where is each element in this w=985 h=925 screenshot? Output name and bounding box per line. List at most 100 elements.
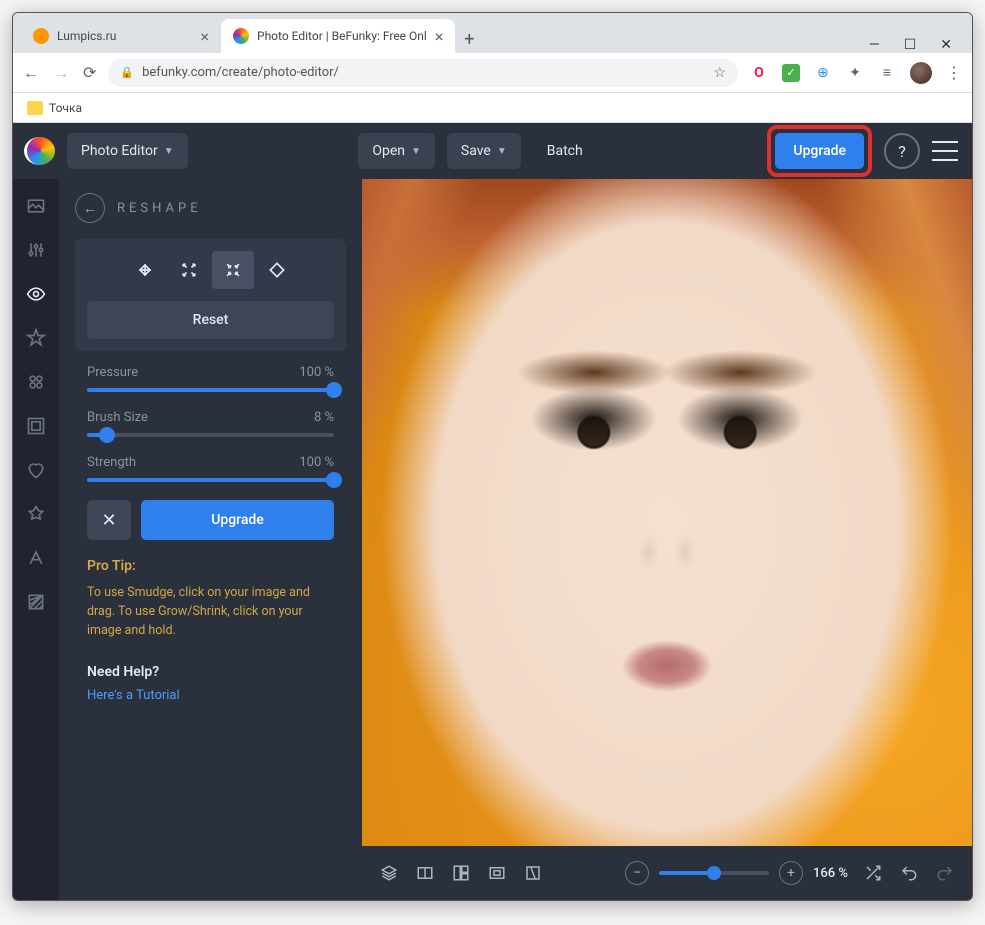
save-dropdown[interactable]: Save ▼ [447, 133, 521, 169]
cancel-button[interactable]: ✕ [87, 500, 131, 540]
zoom-in-button[interactable]: + [779, 861, 803, 885]
maximize-icon[interactable]: ☐ [904, 37, 917, 53]
minimize-icon[interactable]: — [869, 37, 880, 53]
chevron-down-icon: ▼ [164, 146, 174, 157]
tab-title: Lumpics.ru [57, 29, 116, 43]
smudge-tool[interactable] [124, 251, 166, 289]
shrink-tool[interactable] [212, 251, 254, 289]
photo-canvas[interactable] [362, 179, 972, 846]
tab-lumpics[interactable]: Lumpics.ru × [21, 19, 221, 53]
menu-icon[interactable]: ⋮ [946, 63, 962, 82]
rail-frame-icon[interactable] [25, 415, 47, 437]
rail-graphics-icon[interactable] [25, 371, 47, 393]
panel-upgrade-button[interactable]: Upgrade [141, 500, 334, 540]
pressure-slider: Pressure 100 % [87, 365, 334, 392]
bottom-toolbar: − + 166 % [362, 846, 972, 900]
slider-label: Brush Size [87, 410, 148, 425]
tutorial-link[interactable]: Here's a Tutorial [87, 688, 334, 703]
batch-button[interactable]: Batch [533, 133, 597, 169]
tip-section: Pro Tip: To use Smudge, click on your im… [75, 558, 346, 703]
shuffle-icon[interactable] [862, 862, 884, 884]
close-icon[interactable]: × [435, 27, 444, 46]
tool-row [87, 251, 334, 289]
forward-icon[interactable]: → [53, 63, 69, 83]
chevron-down-icon: ▼ [497, 146, 507, 157]
back-icon[interactable]: ← [23, 63, 39, 83]
avatar[interactable] [910, 62, 932, 84]
panel-title: RESHAPE [117, 201, 202, 216]
nav-arrows: ← → ⟳ [23, 63, 96, 83]
tab-befunky[interactable]: Photo Editor | BeFunky: Free Onl × [221, 19, 455, 53]
reshape-panel: ← RESHAPE Reset [59, 179, 362, 900]
befunky-logo[interactable] [24, 137, 55, 165]
lock-icon: 🔒 [120, 66, 134, 79]
rail-star-icon[interactable] [25, 327, 47, 349]
extension-icons: O ✓ ⊕ ✦ ≡ ⋮ [750, 62, 962, 84]
tool-box: Reset [75, 239, 346, 351]
address-bar: ← → ⟳ 🔒 befunky.com/create/photo-editor/… [13, 53, 972, 93]
open-label: Open [372, 143, 405, 159]
fit-icon[interactable] [486, 862, 508, 884]
slider-thumb[interactable] [99, 427, 115, 443]
panel-header: ← RESHAPE [75, 193, 346, 223]
slider-value: 100 % [299, 455, 334, 470]
new-tab-button[interactable]: + [455, 25, 483, 53]
left-rail [13, 179, 59, 900]
browser-tabs: Lumpics.ru × Photo Editor | BeFunky: Fre… [13, 13, 972, 53]
bookmark-label[interactable]: Точка [49, 101, 82, 115]
undo-icon[interactable] [898, 862, 920, 884]
rail-sliders-icon[interactable] [25, 239, 47, 261]
slider-thumb[interactable] [326, 382, 342, 398]
save-label: Save [461, 143, 491, 159]
grow-tool[interactable] [168, 251, 210, 289]
batch-label: Batch [547, 143, 583, 159]
help-button[interactable]: ? [884, 133, 920, 169]
grid-icon[interactable] [450, 862, 472, 884]
zoom-slider[interactable] [659, 871, 769, 875]
opera-icon[interactable]: O [750, 64, 768, 82]
open-dropdown[interactable]: Open ▼ [358, 133, 435, 169]
rail-heart-icon[interactable] [25, 459, 47, 481]
zoom-out-button[interactable]: − [625, 861, 649, 885]
layers-icon[interactable] [378, 862, 400, 884]
slider-track[interactable] [87, 388, 334, 392]
product-label: Photo Editor [81, 143, 158, 159]
rail-eye-icon[interactable] [25, 283, 47, 305]
slider-track[interactable] [87, 433, 334, 437]
upgrade-button[interactable]: Upgrade [775, 133, 864, 169]
reading-list-icon[interactable]: ≡ [878, 64, 896, 82]
rail-overlay-icon[interactable] [25, 503, 47, 525]
slider-group: Pressure 100 % Brush Size 8 % [75, 365, 346, 500]
extensions-icon[interactable]: ✦ [846, 64, 864, 82]
app-header: Photo Editor ▼ Open ▼ Save ▼ Batch Upgra… [13, 123, 972, 179]
close-window-icon[interactable]: ✕ [940, 37, 952, 53]
reset-button[interactable]: Reset [87, 301, 334, 339]
slider-track[interactable] [87, 478, 334, 482]
redo-icon[interactable] [934, 862, 956, 884]
bookmark-bar: Точка [13, 93, 972, 123]
slider-label: Strength [87, 455, 136, 470]
zoom-thumb[interactable] [707, 866, 721, 880]
slider-value: 8 % [314, 410, 334, 425]
slider-thumb[interactable] [326, 472, 342, 488]
erase-tool[interactable] [256, 251, 298, 289]
back-button[interactable]: ← [75, 193, 105, 223]
fullscreen-icon[interactable] [522, 862, 544, 884]
reload-icon[interactable]: ⟳ [83, 63, 96, 83]
favicon-icon [33, 28, 49, 44]
rail-text-icon[interactable] [25, 547, 47, 569]
globe-icon[interactable]: ⊕ [814, 64, 832, 82]
rail-image-icon[interactable] [25, 195, 47, 217]
star-icon[interactable]: ☆ [713, 65, 726, 81]
favicon-icon [233, 28, 249, 44]
photo-content [362, 179, 972, 846]
compare-icon[interactable] [414, 862, 436, 884]
product-dropdown[interactable]: Photo Editor ▼ [67, 133, 188, 169]
tip-text: To use Smudge, click on your image and d… [87, 584, 334, 640]
menu-button[interactable] [932, 138, 958, 164]
rail-texture-icon[interactable] [25, 591, 47, 613]
url-field[interactable]: 🔒 befunky.com/create/photo-editor/ ☆ [108, 59, 738, 87]
close-icon[interactable]: × [200, 27, 209, 46]
check-icon[interactable]: ✓ [782, 64, 800, 82]
folder-icon [27, 101, 43, 115]
